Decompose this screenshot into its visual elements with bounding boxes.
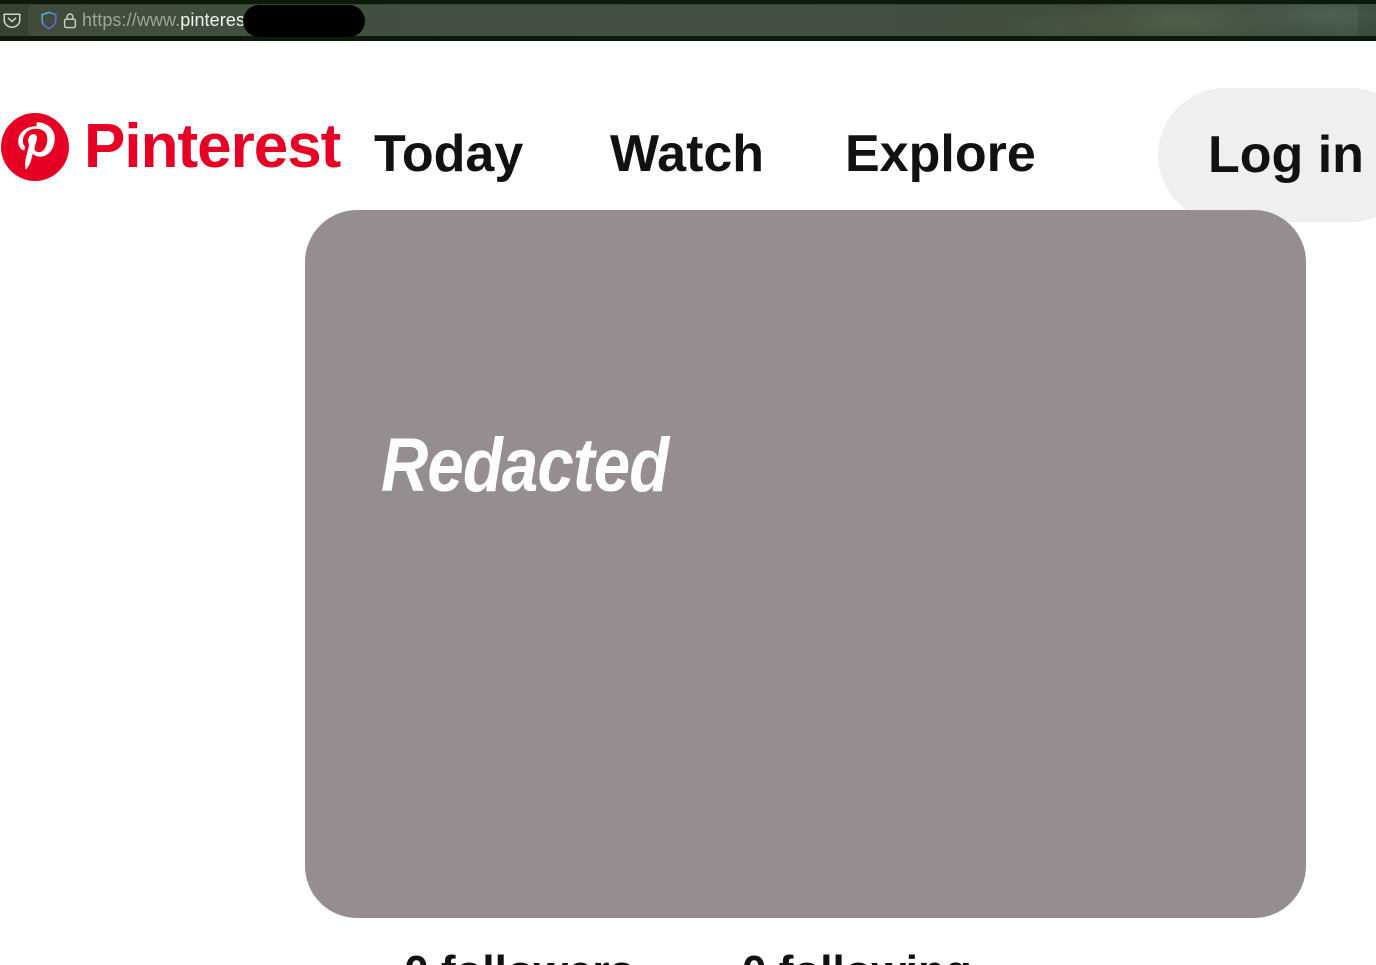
redacted-image-card[interactable]: Redacted (305, 210, 1306, 918)
nav-item-explore[interactable]: Explore (845, 123, 1036, 185)
nav-item-watch[interactable]: Watch (610, 123, 764, 185)
url-scheme: https://www. (82, 10, 181, 30)
padlock-icon[interactable] (62, 11, 78, 30)
login-button[interactable]: Log in (1158, 88, 1376, 222)
site-header: Pinterest Today Watch Explore Log in (0, 41, 1376, 222)
chrome-top-divider (0, 0, 1376, 4)
profile-stats-row: 0 followers 0 following (0, 946, 1376, 965)
tracking-protection-shield-icon[interactable] (40, 11, 58, 30)
url-redaction-overlay (243, 5, 365, 37)
browser-chrome: https://www.pinterest.ca (0, 0, 1376, 41)
pinterest-logo-icon (0, 112, 70, 182)
pinterest-wordmark: Pinterest (84, 112, 341, 181)
pocket-icon[interactable] (2, 10, 22, 30)
pinterest-logo-link[interactable]: Pinterest (0, 112, 341, 182)
page-content: Pinterest Today Watch Explore Log in Red… (0, 41, 1376, 965)
redacted-label: Redacted (381, 423, 669, 508)
followers-count[interactable]: 0 followers (404, 946, 634, 965)
nav-item-today[interactable]: Today (374, 123, 523, 185)
following-count[interactable]: 0 following (742, 946, 972, 965)
